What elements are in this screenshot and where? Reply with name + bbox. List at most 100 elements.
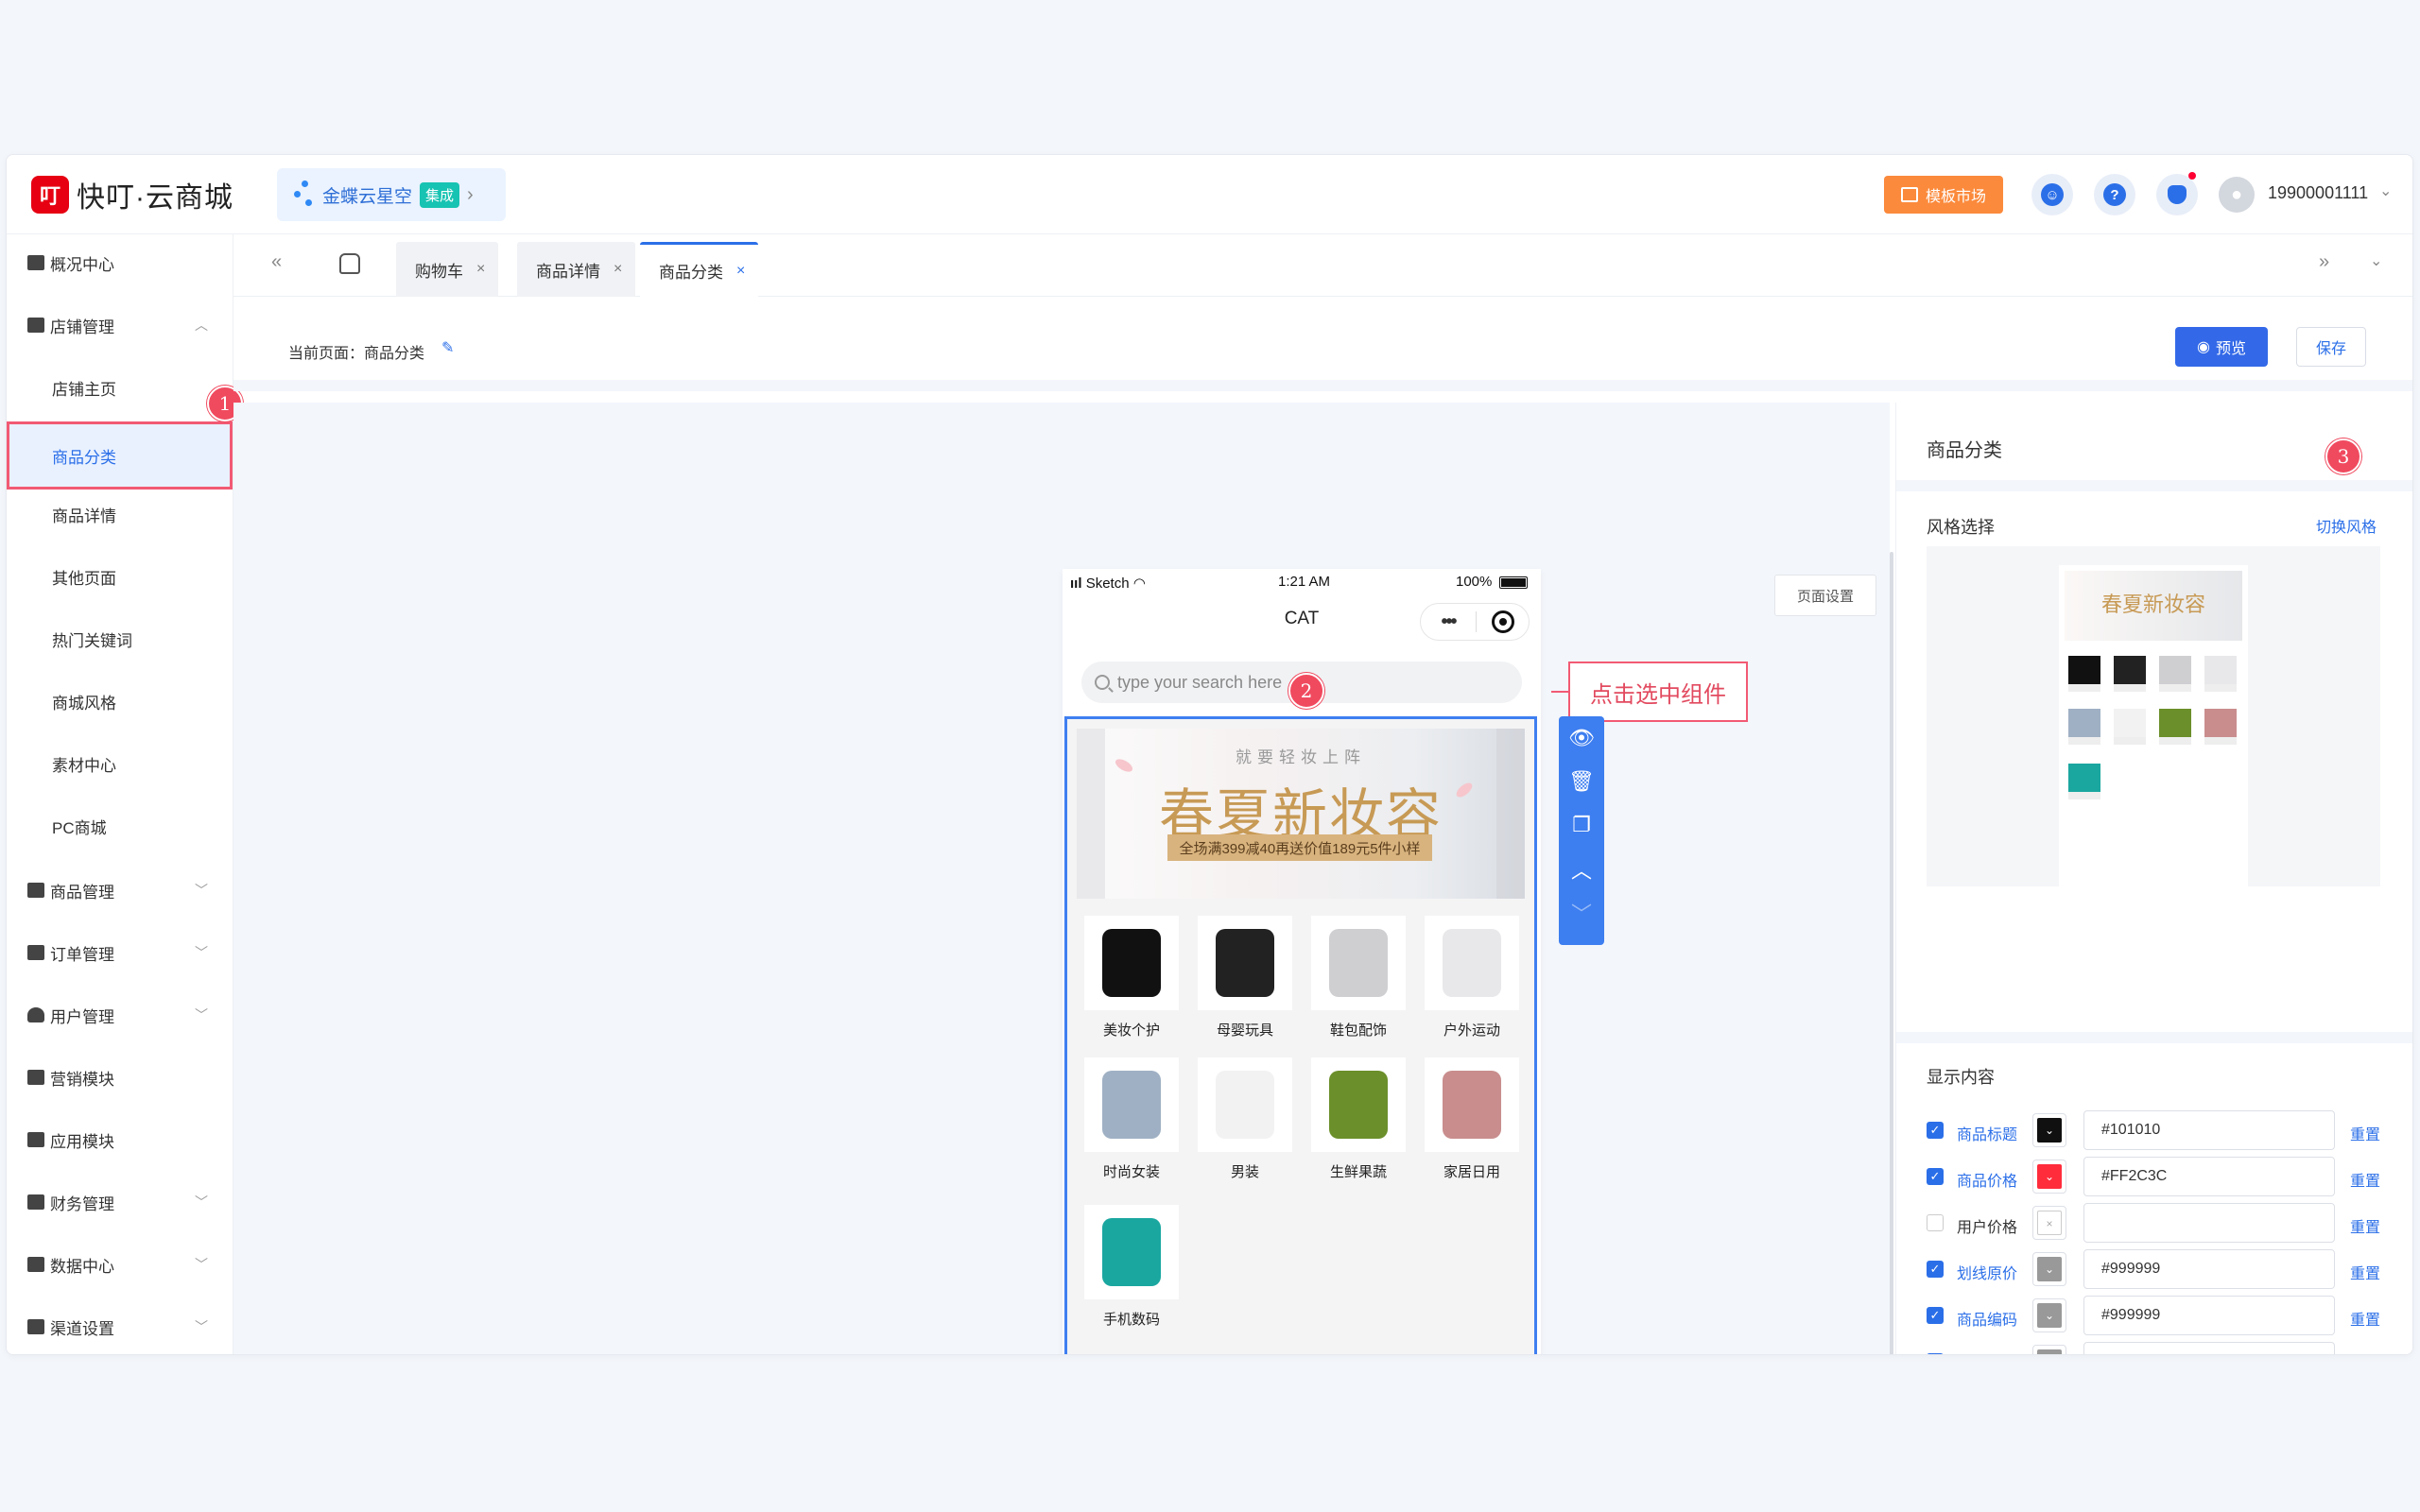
close-icon[interactable]: ×: [736, 263, 745, 280]
display-row: ✓ 商品型号 ⌄ #999999 重置: [1927, 1341, 2380, 1354]
page-settings-button[interactable]: 页面设置: [1774, 575, 1876, 616]
tab-product-detail[interactable]: 商品详情 ×: [517, 242, 636, 297]
reset-link[interactable]: 重置: [2350, 1168, 2380, 1191]
sidebar-sub-detail[interactable]: 商品详情: [7, 488, 233, 541]
checkbox[interactable]: ✓: [1927, 1122, 1944, 1139]
category-item[interactable]: 生鲜果蔬: [1311, 1057, 1406, 1181]
avatar[interactable]: ●: [2219, 177, 2255, 213]
notification-button[interactable]: [2156, 172, 2198, 215]
checkbox[interactable]: ✓: [1927, 1307, 1944, 1324]
panda-toy-icon: [1198, 916, 1292, 1010]
checkbox[interactable]: [1927, 1214, 1944, 1231]
checkbox[interactable]: ✓: [1927, 1168, 1944, 1185]
color-hex-input[interactable]: #999999: [2083, 1296, 2335, 1335]
reset-link[interactable]: 重置: [2350, 1261, 2380, 1283]
chevron-down-icon[interactable]: ⌄: [2379, 181, 2392, 200]
user-phone[interactable]: 19900001111: [2268, 183, 2368, 203]
sidebar-item-shop[interactable]: 店铺管理 ︿: [7, 299, 233, 352]
category-item[interactable]: 美妆个护: [1084, 916, 1179, 1040]
category-image: [1443, 929, 1501, 997]
sidebar-item-apps[interactable]: 应用模块: [7, 1113, 233, 1166]
sidebar-sub-materials[interactable]: 素材中心: [7, 737, 233, 790]
sidebar-item-data[interactable]: 数据中心 ﹀: [7, 1238, 233, 1291]
color-swatch[interactable]: ×: [2032, 1206, 2066, 1240]
tabs-prev-icon[interactable]: «: [271, 251, 282, 273]
chevron-down-icon[interactable]: ⌄: [2370, 251, 2382, 270]
edit-icon[interactable]: ✎: [441, 338, 454, 357]
bell-icon: [2168, 185, 2187, 204]
color-hex-input[interactable]: #999999: [2083, 1342, 2335, 1354]
category-item[interactable]: 男装: [1198, 1057, 1292, 1181]
sidebar-item-marketing[interactable]: 营销模块: [7, 1051, 233, 1104]
close-icon[interactable]: ×: [476, 261, 485, 278]
category-item[interactable]: 母婴玩具: [1198, 916, 1292, 1040]
sidebar-sub-style[interactable]: 商城风格: [7, 675, 233, 728]
sidebar-sub-shop-home[interactable]: 店铺主页: [7, 361, 233, 414]
color-swatch[interactable]: ⌄: [2032, 1113, 2066, 1147]
integration-switch[interactable]: 金蝶云星空 集成 ›: [277, 168, 506, 221]
search-placeholder: type your search here: [1117, 672, 1283, 692]
sidebar-item-users[interactable]: 用户管理 ﹀: [7, 988, 233, 1041]
color-hex-input[interactable]: #FF2C3C: [2083, 1157, 2335, 1196]
move-down-icon[interactable]: ﹀: [1559, 898, 1604, 928]
color-swatch[interactable]: ⌄: [2032, 1252, 2066, 1286]
display-content-heading: 显示内容: [1927, 1068, 1995, 1087]
category-item[interactable]: 家居日用: [1425, 1057, 1519, 1181]
display-row-label: 商品标题: [1957, 1127, 2018, 1143]
shop-icon: [27, 318, 44, 333]
category-item[interactable]: 户外运动: [1425, 916, 1519, 1040]
tab-cart[interactable]: 购物车 ×: [396, 242, 499, 297]
tabs-next-icon[interactable]: »: [2319, 251, 2329, 273]
color-swatch[interactable]: ⌄: [2032, 1160, 2066, 1194]
save-button[interactable]: 保存: [2296, 327, 2366, 367]
grid-icon: [27, 1132, 44, 1147]
sidebar-sub-other-pages[interactable]: 其他页面: [7, 550, 233, 603]
checkbox[interactable]: ✓: [1927, 1353, 1944, 1354]
style-preview[interactable]: 春夏新妆容: [1927, 546, 2380, 886]
preview-button[interactable]: ◉ 预览: [2175, 327, 2268, 367]
brand-name: 快叮·云商城: [77, 182, 233, 214]
display-row-label: 商品编码: [1957, 1313, 2018, 1329]
color-hex-input[interactable]: #999999: [2083, 1249, 2335, 1289]
color-swatch[interactable]: ⌄: [2032, 1345, 2066, 1354]
reset-link[interactable]: 重置: [2350, 1353, 2380, 1354]
more-icon[interactable]: •••: [1421, 611, 1476, 633]
color-swatch[interactable]: ⌄: [2032, 1298, 2066, 1332]
brand-logo[interactable]: 叮 快叮·云商城: [31, 174, 233, 215]
sidebar-sub-category[interactable]: 商品分类: [7, 421, 233, 490]
checkbox[interactable]: ✓: [1927, 1261, 1944, 1278]
sidebar-item-finance[interactable]: 财务管理 ﹀: [7, 1176, 233, 1228]
display-row-label: 商品价格: [1957, 1174, 2018, 1190]
color-hex-input[interactable]: [2083, 1203, 2335, 1243]
canvas-scrollbar[interactable]: [1890, 552, 1893, 1354]
move-up-icon[interactable]: ︿: [1559, 854, 1604, 885]
reset-link[interactable]: 重置: [2350, 1214, 2380, 1237]
color-hex-input[interactable]: #101010: [2083, 1110, 2335, 1150]
panel-title: 商品分类: [1927, 440, 2002, 461]
sidebar-item-channels[interactable]: 渠道设置 ﹀: [7, 1300, 233, 1353]
delete-icon[interactable]: 🗑: [1559, 769, 1604, 794]
sidebar-item-goods[interactable]: 商品管理 ﹀: [7, 864, 233, 917]
category-component[interactable]: 就要轻妆上阵 春夏新妆容 全场满399减40再送价值189元5件小样 美妆个护 母…: [1064, 716, 1537, 1354]
home-icon[interactable]: [339, 253, 360, 274]
category-item[interactable]: 手机数码: [1084, 1205, 1179, 1329]
service-button[interactable]: ☺: [2031, 174, 2073, 215]
sidebar-sub-pc-mall[interactable]: PC商城: [7, 799, 233, 852]
template-market-button[interactable]: 模板市场: [1884, 176, 2003, 214]
category-item[interactable]: 鞋包配饰: [1311, 916, 1406, 1040]
sidebar-sub-hot-keywords[interactable]: 热门关键词: [7, 612, 233, 665]
help-button[interactable]: ?: [2094, 174, 2135, 215]
mini-program-capsule[interactable]: •••: [1420, 603, 1530, 641]
sidebar-item-overview[interactable]: 概况中心: [7, 236, 233, 289]
category-item[interactable]: 时尚女装: [1084, 1057, 1179, 1181]
reset-link[interactable]: 重置: [2350, 1307, 2380, 1330]
copy-icon[interactable]: ❐: [1559, 813, 1604, 837]
target-icon[interactable]: [1492, 610, 1514, 633]
reset-link[interactable]: 重置: [2350, 1122, 2380, 1144]
preview-label: 预览: [2215, 341, 2246, 357]
visibility-icon[interactable]: 👁: [1559, 726, 1604, 750]
close-icon[interactable]: ×: [614, 261, 622, 278]
sidebar-item-orders[interactable]: 订单管理 ﹀: [7, 926, 233, 979]
switch-style-link[interactable]: 切换风格: [2316, 514, 2377, 537]
tab-category[interactable]: 商品分类 ×: [640, 242, 759, 297]
